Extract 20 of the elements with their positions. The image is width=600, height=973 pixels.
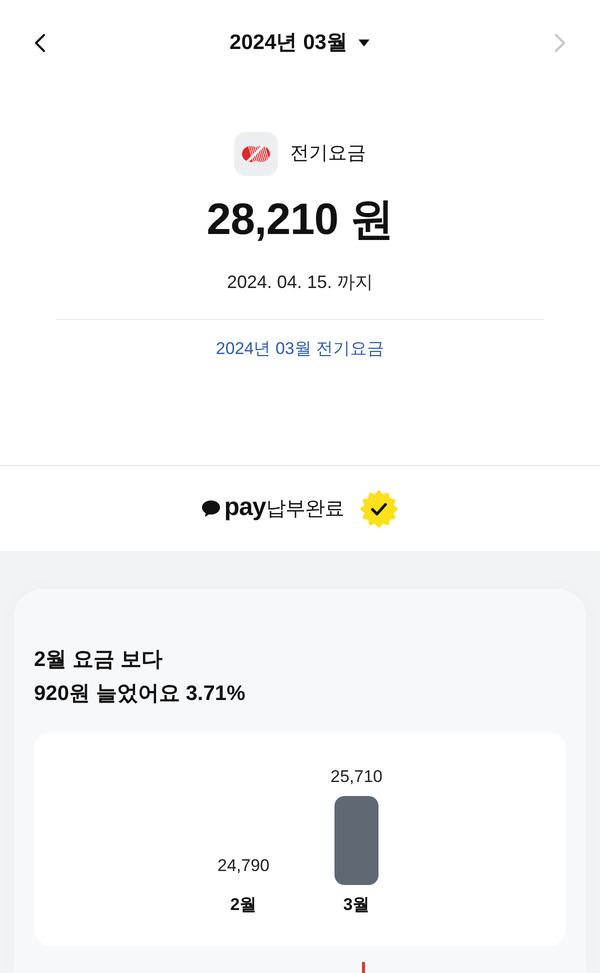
comparison-headline: 920원 늘었어요 3.71% xyxy=(34,681,246,707)
due-date: 2024. 04. 15. 까지 xyxy=(226,271,374,294)
indicator-tick xyxy=(362,962,365,973)
bill-detail-link[interactable]: 2024년 03월 전기요금 xyxy=(216,337,384,361)
back-button[interactable] xyxy=(33,33,46,53)
month-label: 2월 xyxy=(230,895,257,914)
bar-value-label: 25,710 xyxy=(330,767,382,786)
payment-status: 납부완료 xyxy=(266,496,344,520)
back-icon xyxy=(33,33,46,53)
speech-bubble-icon xyxy=(202,500,220,517)
month-selector[interactable]: 2024년 03월 xyxy=(230,29,370,57)
bill-amount: 28,210 원 xyxy=(206,194,394,246)
electric-logo-icon xyxy=(234,132,278,176)
comparison-headline: 2월 요금 보다 xyxy=(34,647,164,673)
bill-name: 전기요금 xyxy=(290,142,366,166)
month-label: 3월 xyxy=(343,895,370,914)
caret-down-icon xyxy=(358,39,370,47)
bar-value-label: 24,790 xyxy=(218,856,270,875)
forward-icon xyxy=(554,33,567,53)
pay-logo-text: pay xyxy=(224,492,266,522)
